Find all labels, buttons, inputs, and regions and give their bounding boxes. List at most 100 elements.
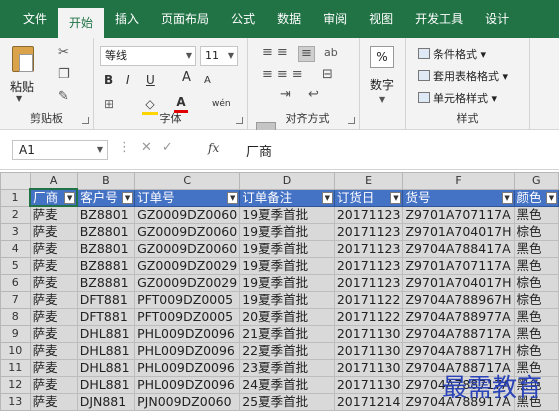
bold-button[interactable]: B (104, 72, 113, 88)
table-cell[interactable]: 20夏季首批 (239, 307, 335, 326)
table-cell[interactable]: 棕色 (513, 341, 559, 360)
table-cell[interactable]: 20171123 (333, 239, 404, 258)
format-as-table-button[interactable]: 套用表格格式 ▾ (418, 68, 508, 84)
tab-6[interactable]: 审阅 (312, 0, 358, 38)
table-cell[interactable]: PFT009DZ0005 (134, 290, 241, 309)
table-header-cell[interactable]: 订单备注 ▼ (239, 188, 335, 207)
table-cell[interactable]: 20171122 (333, 307, 404, 326)
table-cell[interactable]: 19夏季首批 (239, 273, 335, 292)
column-header[interactable]: G (513, 172, 559, 190)
format-painter-icon[interactable]: ✎ (58, 90, 69, 104)
table-cell[interactable]: 黑色 (513, 239, 559, 258)
filter-dropdown-icon[interactable]: ▼ (546, 191, 557, 204)
table-cell[interactable]: Z9704A788977A (402, 307, 515, 326)
alignment-launcher-icon[interactable] (348, 117, 355, 124)
table-cell[interactable]: PHL009DZ0096 (134, 358, 241, 377)
table-cell[interactable]: DHL881 (76, 358, 136, 377)
align-left-center-right-icon[interactable]: ≡≡≡ (262, 68, 307, 82)
fill-color-icon[interactable]: ◇ (142, 96, 158, 115)
tab-8[interactable]: 开发工具 (404, 0, 474, 38)
increase-indent-icon[interactable]: ⇥ (280, 88, 291, 102)
table-cell[interactable]: GZ0009DZ0029 (134, 256, 241, 275)
copy-icon[interactable]: ❐ (58, 68, 70, 82)
table-cell[interactable]: DJN881 (76, 392, 136, 411)
filter-dropdown-icon[interactable]: ▼ (321, 191, 333, 204)
row-header[interactable]: 3 (0, 222, 31, 241)
table-cell[interactable]: 20171130 (333, 375, 404, 394)
table-header-cell[interactable]: 厂商 ▼ (29, 188, 79, 207)
table-cell[interactable]: Z9704A788717H (402, 341, 515, 360)
table-cell[interactable]: 黑色 (513, 307, 559, 326)
row-header[interactable]: 13 (0, 392, 31, 411)
table-cell[interactable]: GZ0009DZ0060 (134, 205, 241, 224)
column-header[interactable]: C (134, 172, 241, 190)
paste-icon[interactable] (12, 46, 34, 72)
table-cell[interactable]: 20171130 (333, 341, 404, 360)
table-cell[interactable]: 20171214 (333, 392, 404, 411)
table-cell[interactable]: Z9701A707117A (402, 205, 515, 224)
cut-icon[interactable]: ✂ (58, 46, 69, 60)
filter-dropdown-icon[interactable]: ▼ (390, 191, 402, 204)
number-format-button[interactable]: 数字 (370, 76, 394, 93)
table-header-cell[interactable]: 订单号 ▼ (134, 188, 241, 207)
table-cell[interactable]: 20171130 (333, 324, 404, 343)
row-header[interactable]: 8 (0, 307, 31, 326)
table-cell[interactable]: BZ8801 (76, 239, 136, 258)
table-cell[interactable]: 萨麦 (29, 256, 78, 275)
formula-input[interactable]: 厂商 (246, 141, 272, 160)
column-header[interactable]: B (76, 172, 136, 190)
table-cell[interactable]: PFT009DZ0005 (134, 307, 241, 326)
table-header-cell[interactable]: 客户号 ▼ (76, 188, 136, 207)
clipboard-launcher-icon[interactable] (82, 117, 89, 124)
tab-7[interactable]: 视图 (358, 0, 404, 38)
shrink-font-button[interactable]: A (204, 73, 211, 89)
table-cell[interactable]: Z9701A704017H (402, 273, 515, 292)
column-header[interactable]: F (402, 172, 515, 190)
table-cell[interactable]: PHL009DZ0096 (134, 341, 241, 360)
table-cell[interactable]: Z9701A704017H (402, 222, 515, 241)
name-box[interactable]: A1 ▼ (12, 140, 108, 160)
table-cell[interactable]: 萨麦 (29, 341, 78, 360)
table-cell[interactable]: 21夏季首批 (239, 324, 335, 343)
table-cell[interactable]: 19夏季首批 (239, 256, 335, 275)
table-cell[interactable]: 黑色 (513, 205, 559, 224)
table-cell[interactable]: 23夏季首批 (239, 358, 335, 377)
row-header[interactable]: 2 (0, 205, 31, 224)
select-all-corner[interactable] (0, 172, 31, 190)
filter-dropdown-icon[interactable]: ▼ (501, 191, 513, 204)
table-cell[interactable]: 19夏季首批 (239, 239, 335, 258)
cell-styles-button[interactable]: 单元格样式 ▾ (418, 90, 497, 106)
chevron-down-icon[interactable]: ▼ (97, 141, 103, 159)
paste-dropdown-icon[interactable]: ▼ (16, 94, 22, 103)
table-cell[interactable]: BZ8881 (76, 273, 136, 292)
table-cell[interactable]: Z9704A788417A (402, 239, 515, 258)
table-cell[interactable]: 萨麦 (29, 358, 78, 377)
table-cell[interactable]: 20171123 (333, 222, 404, 241)
filter-dropdown-icon[interactable]: ▼ (64, 192, 76, 204)
underline-button[interactable]: U (146, 72, 155, 88)
tab-9[interactable]: 设计 (474, 0, 520, 38)
table-cell[interactable]: 萨麦 (29, 392, 78, 411)
tab-1[interactable]: 开始 (58, 8, 105, 38)
row-header[interactable]: 6 (0, 273, 31, 292)
table-cell[interactable]: 萨麦 (29, 307, 78, 326)
filter-dropdown-icon[interactable]: ▼ (227, 191, 239, 204)
conditional-format-button[interactable]: 条件格式 ▾ (418, 46, 486, 62)
border-icon[interactable]: ⊞ (104, 96, 114, 112)
table-cell[interactable]: GZ0009DZ0060 (134, 239, 241, 258)
table-cell[interactable]: DHL881 (76, 341, 136, 360)
tab-4[interactable]: 公式 (220, 0, 266, 38)
table-cell[interactable]: 棕色 (513, 222, 559, 241)
table-cell[interactable]: 萨麦 (29, 239, 78, 258)
row-header[interactable]: 7 (0, 290, 31, 309)
table-header-cell[interactable]: 订货日 ▼ (333, 188, 404, 207)
table-cell[interactable]: GZ0009DZ0029 (134, 273, 241, 292)
table-cell[interactable]: 25夏季首批 (239, 392, 335, 411)
table-cell[interactable]: PJN009DZ0060 (134, 392, 241, 411)
table-cell[interactable]: 萨麦 (29, 324, 78, 343)
table-cell[interactable]: DHL881 (76, 375, 136, 394)
table-cell[interactable]: BZ8881 (76, 256, 136, 275)
font-name-select[interactable]: 等线 ▼ (100, 46, 196, 66)
table-cell[interactable]: 19夏季首批 (239, 222, 335, 241)
table-cell[interactable]: Z9704A788717A (402, 324, 515, 343)
